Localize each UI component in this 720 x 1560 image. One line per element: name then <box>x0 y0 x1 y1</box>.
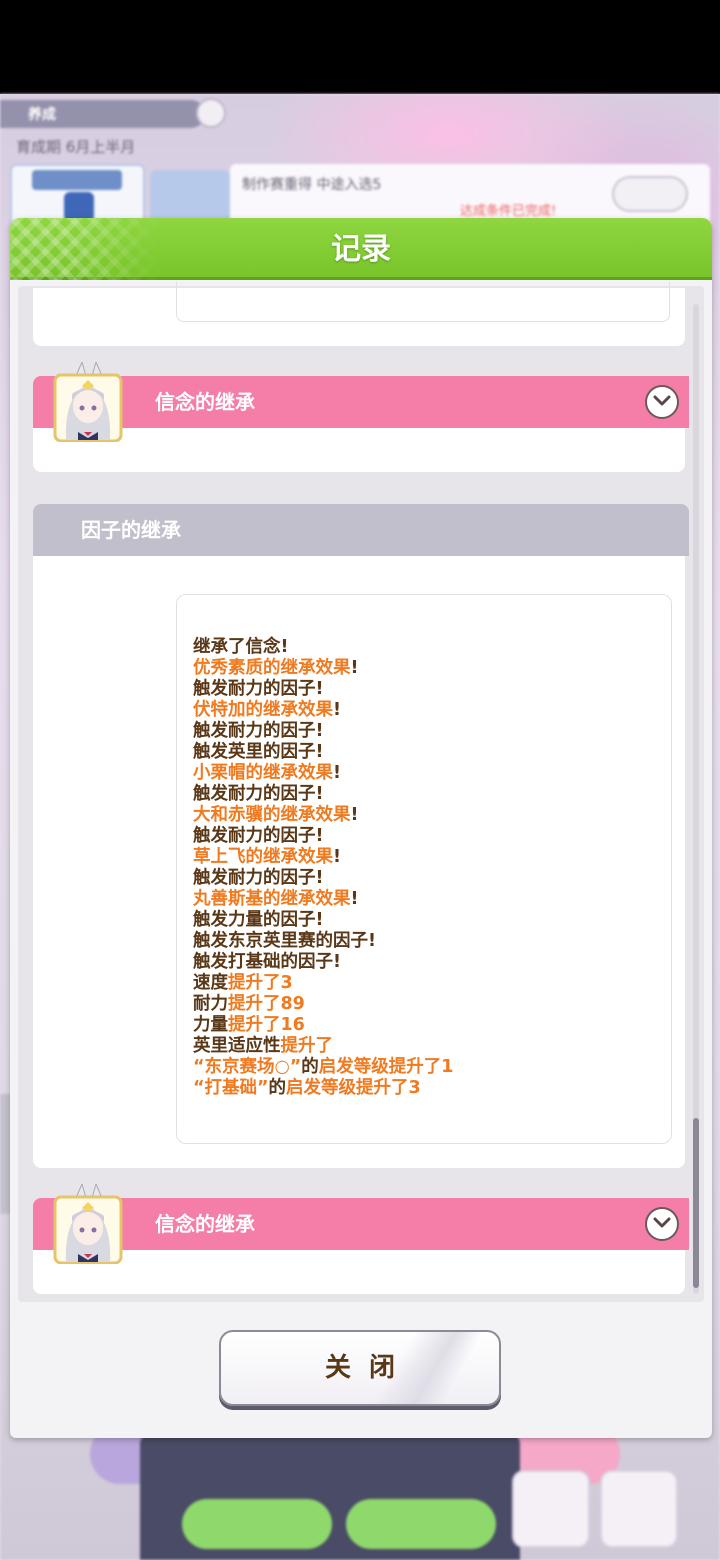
log-highlight: 伏特加的继承效果 <box>193 700 333 720</box>
log-highlight: 优秀素质的继承效果 <box>193 658 351 678</box>
close-button-label: 关闭 <box>324 1353 413 1383</box>
log-line: “打基础”的启发等级提升了3 <box>193 1078 453 1099</box>
log-text: ! <box>350 805 359 825</box>
log-line: 触发耐力的因子! <box>193 826 453 847</box>
log-text: 的 <box>268 1078 287 1098</box>
log-text: ! <box>350 889 359 909</box>
log-highlight: 提升了 <box>280 1036 334 1056</box>
log-highlight: 小栗帽的继承效果 <box>193 763 333 783</box>
log-text: 耐力 <box>193 994 228 1014</box>
log-highlight: 丸善斯基的继承效果 <box>193 889 351 909</box>
log-line: 优秀素质的继承效果! <box>193 658 453 679</box>
bg-menu-button <box>600 1470 678 1548</box>
log-line: 伏特加的继承效果! <box>193 700 453 721</box>
factor-log-lines: 继承了信念! 优秀素质的继承效果! 触发耐力的因子! 伏特加的继承效果! 触发耐力的因子… <box>193 637 453 1099</box>
log-text: 力量 <box>193 1015 228 1035</box>
log-line: 触发耐力的因子! <box>193 868 453 889</box>
log-text: 触发打基础的因子! <box>193 952 341 972</box>
bg-square-button <box>512 1470 590 1548</box>
log-text: 触发耐力的因子! <box>193 826 324 846</box>
character-avatar-icon <box>52 1182 124 1265</box>
bg-goal-text: 制作赛重得 中途入选5 <box>242 177 382 193</box>
log-line: 小栗帽的继承效果! <box>193 763 453 784</box>
log-line: 大和赤骥的继承效果! <box>193 805 453 826</box>
factor-log-box: 继承了信念! 优秀素质的继承效果! 触发耐力的因子! 伏特加的继承效果! 触发耐力的因子… <box>176 594 672 1144</box>
character-avatar-icon <box>52 360 124 443</box>
log-highlight: 提升了16 <box>228 1015 305 1035</box>
log-line: 力量提升了16 <box>193 1015 453 1036</box>
bg-period-text: 育成期 6月上半月 <box>16 138 136 156</box>
previous-entry-card <box>33 282 685 346</box>
bg-button <box>182 1499 332 1549</box>
bg-top-label: 养成 <box>28 107 56 123</box>
log-highlight: 大和赤骥的继承效果 <box>193 805 351 825</box>
log-line: 触发力量的因子! <box>193 910 453 931</box>
log-highlight: 提升了3 <box>228 973 293 993</box>
log-text: ! <box>333 700 341 720</box>
close-button[interactable]: 关闭 <box>219 1330 501 1406</box>
log-line: 草上飞的继承效果! <box>193 847 453 868</box>
log-text: 触发英里的因子! <box>193 742 324 762</box>
log-highlight: 启发等级提升了1 <box>318 1057 454 1077</box>
chevron-down-icon[interactable] <box>645 1207 679 1241</box>
log-line: 触发耐力的因子! <box>193 784 453 805</box>
log-text: 触发耐力的因子! <box>193 721 324 741</box>
bg-goal-note: 达成条件已完成! <box>460 204 557 219</box>
log-text: 触发力量的因子! <box>193 910 324 930</box>
inheritance-header[interactable]: 信念的继承 <box>33 1198 689 1250</box>
bg-goal-pill <box>612 176 688 212</box>
log-text: 触发耐力的因子! <box>193 868 324 888</box>
inheritance-card[interactable]: 信念的继承 <box>33 1182 689 1294</box>
log-highlight: “东京赛场○” <box>193 1057 302 1077</box>
log-text: 触发耐力的因子! <box>193 679 324 699</box>
dialog-header: 记录 <box>10 218 712 280</box>
log-text: 触发耐力的因子! <box>193 784 324 804</box>
log-line: 触发打基础的因子! <box>193 952 453 973</box>
log-highlight: “打基础” <box>193 1078 269 1098</box>
log-text: 的 <box>301 1057 319 1077</box>
log-line: 触发英里的因子! <box>193 742 453 763</box>
log-line: 继承了信念! <box>193 637 453 658</box>
status-bar <box>0 0 720 94</box>
log-text: ! <box>333 847 341 867</box>
log-line: 英里适应性提升了 <box>193 1036 453 1057</box>
log-highlight: 草上飞的继承效果 <box>193 847 333 867</box>
log-line: 触发耐力的因子! <box>193 679 453 700</box>
log-line: 速度提升了3 <box>193 973 453 994</box>
chevron-down-icon[interactable] <box>645 385 679 419</box>
log-text: 英里适应性 <box>193 1036 281 1056</box>
log-text: ! <box>333 763 341 783</box>
factor-header: 因子的继承 <box>33 504 689 556</box>
log-line: 耐力提升了89 <box>193 994 453 1015</box>
log-highlight: 启发等级提升了3 <box>286 1078 421 1098</box>
previous-entry-log <box>176 282 670 322</box>
log-text: ! <box>350 658 359 678</box>
log-highlight: 提升了89 <box>228 994 305 1014</box>
inheritance-label: 信念的继承 <box>155 1212 255 1236</box>
log-text: 触发东京英里赛的因子! <box>193 931 376 951</box>
inheritance-header[interactable]: 信念的继承 <box>33 376 689 428</box>
factor-label: 因子的继承 <box>81 518 181 542</box>
factor-inheritance-card: 因子的继承 继承了信念! 优秀素质的继承效果! 触发耐力的因子! 伏特加的继承效果! 触… <box>33 504 689 1168</box>
scrollbar-thumb[interactable] <box>693 1118 699 1288</box>
bg-button <box>346 1499 496 1549</box>
log-line: “东京赛场○”的启发等级提升了1 <box>193 1057 453 1078</box>
dialog-title: 记录 <box>331 232 391 267</box>
log-text: 速度 <box>193 973 228 993</box>
log-text: 继承了信念! <box>193 637 289 657</box>
inheritance-label: 信念的继承 <box>155 390 255 414</box>
inheritance-card[interactable]: 信念的继承 <box>33 360 689 472</box>
log-line: 触发东京英里赛的因子! <box>193 931 453 952</box>
record-dialog: 记录 信念的继承 因子的继承 继承了信念! 优秀素质的继承效果! 触发耐力的因子… <box>10 218 712 1438</box>
log-line: 触发耐力的因子! <box>193 721 453 742</box>
info-icon <box>196 98 226 128</box>
log-line: 丸善斯基的继承效果! <box>193 889 453 910</box>
